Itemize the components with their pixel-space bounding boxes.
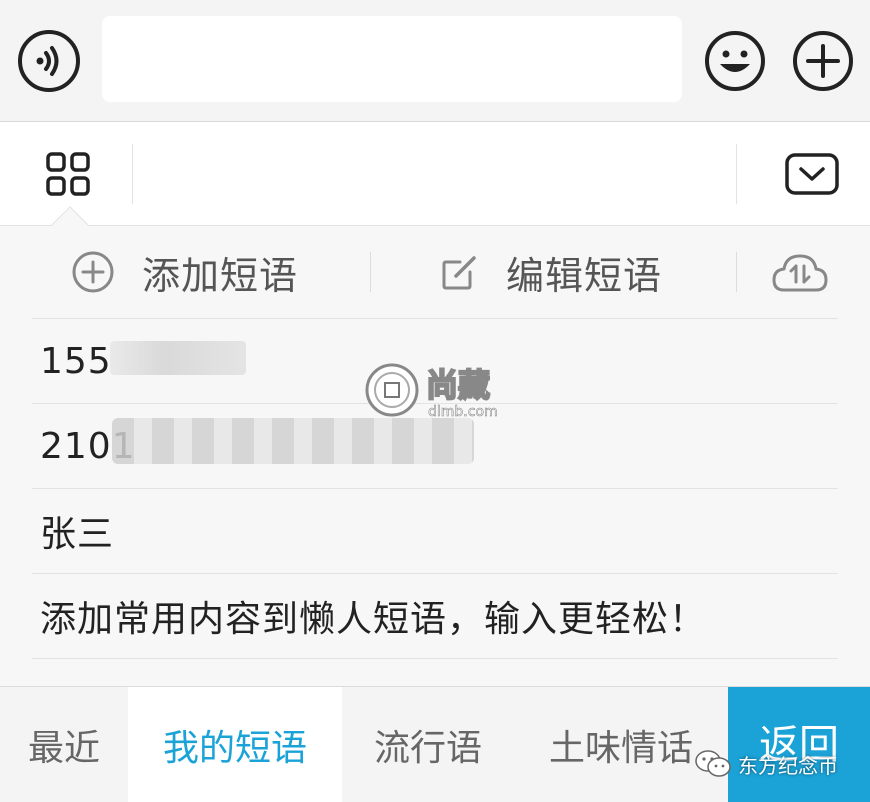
- cloud-sync-icon[interactable]: [770, 250, 830, 296]
- toolbar-divider: [736, 144, 737, 204]
- toolbar-divider: [132, 144, 133, 204]
- add-phrase-label: 添加短语: [142, 253, 299, 298]
- watermark: 尚藏 dlmb.com: [364, 356, 514, 426]
- add-phrase-button[interactable]: 添加短语: [70, 226, 298, 318]
- phrase-text: 添加常用内容到懒人短语，输入更轻松！: [40, 599, 707, 640]
- watermark-logo-icon: [365, 363, 419, 417]
- phrase-actions: 添加短语 编辑短语: [0, 226, 870, 318]
- emoji-smile-icon[interactable]: [704, 30, 766, 92]
- redaction-blur: [110, 341, 246, 375]
- list-item[interactable]: [32, 658, 838, 686]
- grid-menu-icon[interactable]: [40, 146, 96, 202]
- message-input[interactable]: [102, 16, 682, 102]
- list-item[interactable]: 张三: [32, 488, 838, 573]
- edit-phrase-button[interactable]: 编辑短语: [440, 226, 662, 318]
- wechat-icon: [695, 750, 731, 777]
- source-tag: 东方纪念币: [694, 748, 838, 780]
- tab-recent[interactable]: 最近: [0, 687, 128, 802]
- action-divider: [736, 252, 737, 292]
- source-label: 东方纪念币: [738, 753, 838, 778]
- edit-icon: [442, 256, 476, 290]
- list-item[interactable]: 添加常用内容到懒人短语，输入更轻松！: [32, 573, 838, 658]
- watermark-name: 尚藏: [425, 365, 491, 405]
- watermark-url: dlmb.com: [428, 404, 498, 421]
- tab-my-phrases[interactable]: 我的短语: [128, 687, 342, 802]
- voice-input-icon[interactable]: [18, 30, 80, 92]
- back-button[interactable]: 返回: [728, 687, 870, 802]
- plus-circle-icon[interactable]: [792, 30, 854, 92]
- keyboard-collapse-icon[interactable]: [784, 152, 840, 198]
- tab-love-quotes[interactable]: 土味情话: [514, 687, 728, 802]
- phrase-text: 155: [40, 340, 112, 382]
- phrases-panel: 添加短语 编辑短语 155 2101 张三 添加常用内容到懒人短语，输入更轻松！: [0, 226, 870, 686]
- action-divider: [370, 252, 371, 292]
- tab-popular[interactable]: 流行语: [342, 687, 514, 802]
- keyboard-toolbar: [0, 122, 870, 246]
- input-bar: [0, 0, 870, 122]
- add-circle-icon: [72, 251, 114, 293]
- phrase-text: 张三: [40, 514, 115, 555]
- category-tabs: 最近 我的短语 流行语 土味情话 返回: [0, 686, 870, 802]
- edit-phrase-label: 编辑短语: [506, 253, 663, 298]
